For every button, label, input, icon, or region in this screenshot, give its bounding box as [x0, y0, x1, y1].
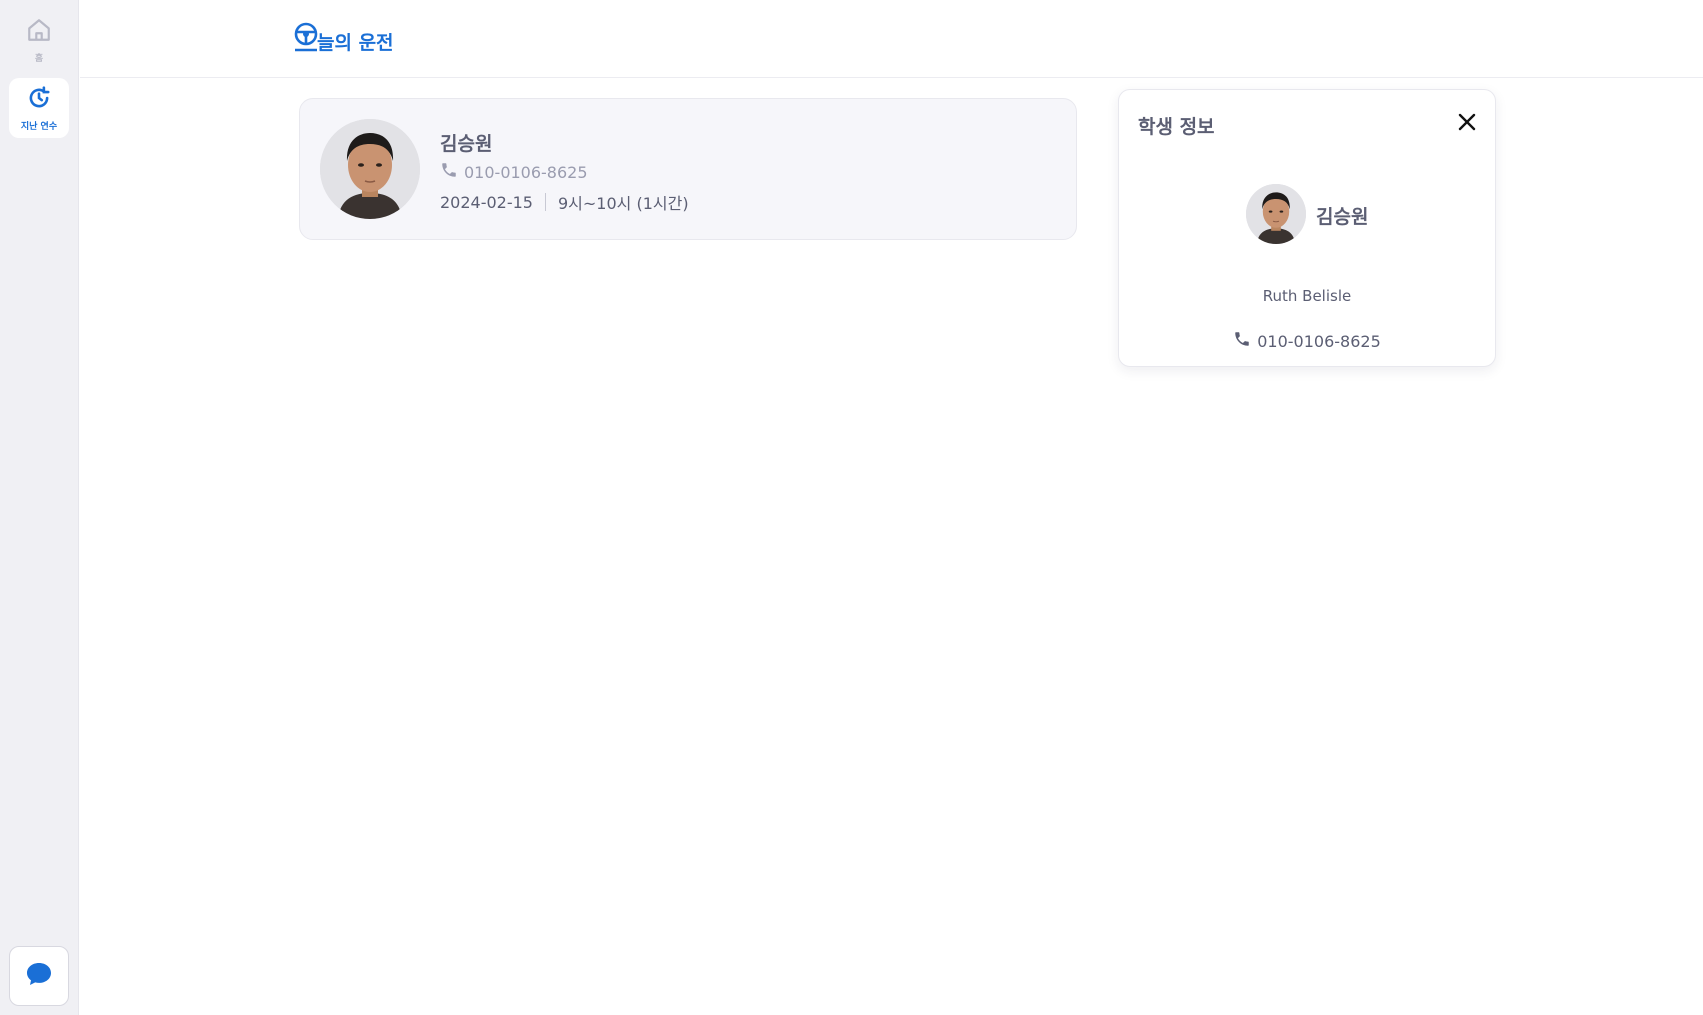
phone-icon: [440, 161, 464, 183]
close-button[interactable]: [1455, 112, 1479, 136]
chat-button[interactable]: [9, 946, 69, 1006]
home-icon: [26, 17, 52, 47]
history-icon: [26, 85, 52, 115]
close-icon: [1458, 113, 1476, 135]
lesson-time: 9시~10시 (1시간): [557, 194, 689, 213]
steering-wheel-icon: [293, 22, 319, 58]
student-phone: 010-0106-8625: [440, 161, 588, 183]
avatar: [320, 119, 420, 219]
phone-number: 010-0106-8625: [1257, 331, 1381, 351]
student-name: 김승원: [440, 133, 493, 155]
app-logo[interactable]: 늘의 운전: [293, 18, 394, 58]
header: 늘의 운전: [80, 0, 1703, 78]
logo-text: 늘의 운전: [317, 32, 394, 54]
avatar: [1246, 184, 1306, 244]
sidebar-item-label: 홈: [34, 53, 44, 64]
sidebar: 홈 지난 연수: [0, 0, 79, 1015]
lesson-card[interactable]: 김승원 010-0106-8625 2024-02-15 9시~10시 (1시간…: [299, 98, 1077, 240]
chat-bubble-icon: [25, 961, 53, 991]
lesson-meta: 2024-02-15 9시~10시 (1시간): [440, 190, 689, 214]
lesson-date: 2024-02-15: [440, 192, 533, 212]
sidebar-item-home[interactable]: 홈: [9, 10, 69, 70]
panel-student-name: 김승원: [1316, 206, 1369, 228]
panel-title: 학생 정보: [1138, 116, 1215, 138]
sidebar-item-label: 지난 연수: [20, 121, 58, 132]
panel-phone: 010-0106-8625: [1119, 330, 1495, 352]
phone-number: 010-0106-8625: [464, 162, 588, 182]
divider: [544, 193, 546, 211]
student-info-panel: 학생 정보 김승원 Ruth Belisle 010-0106-8625: [1118, 89, 1496, 367]
phone-icon: [1233, 330, 1257, 352]
sidebar-item-past-lessons[interactable]: 지난 연수: [9, 78, 69, 138]
guardian-name: Ruth Belisle: [1262, 287, 1352, 305]
